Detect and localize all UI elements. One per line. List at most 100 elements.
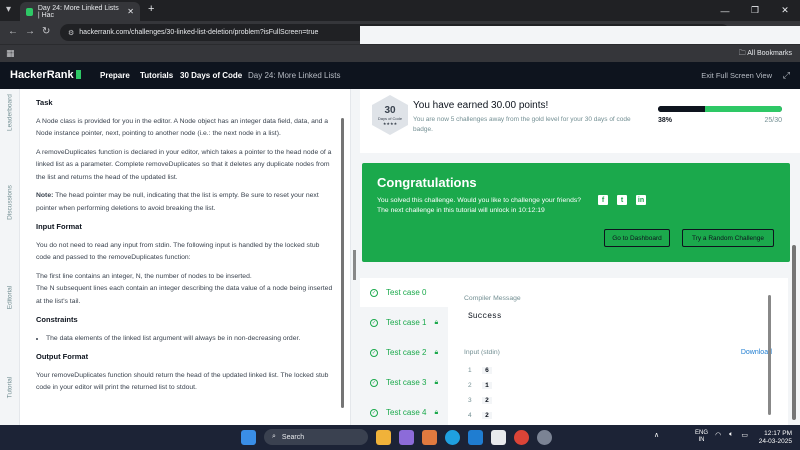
close-tab-icon[interactable]: ✕ — [127, 7, 134, 16]
check-icon: ✓ — [370, 378, 378, 387]
points-earned-title: You have earned 30.00 points! — [413, 100, 549, 111]
close-window-icon[interactable]: ✕ — [770, 0, 800, 21]
rail-editorial[interactable]: Editorial — [7, 274, 14, 322]
copilot-icon[interactable] — [422, 429, 437, 445]
tab-test-case-4[interactable]: ✓ Test case 4 🔒︎ — [360, 398, 448, 425]
site-info-icon[interactable]: ⚙ — [68, 29, 74, 37]
progress-fill — [658, 106, 706, 112]
rail-leaderboard[interactable]: Leaderboard — [7, 89, 14, 137]
rail-tutorial[interactable]: Tutorial — [7, 364, 14, 412]
check-icon: ✓ — [370, 348, 378, 357]
teams-icon[interactable] — [399, 429, 414, 445]
tab-search-icon[interactable]: ▾ — [6, 4, 11, 15]
pane-resize-handle[interactable] — [353, 250, 356, 280]
stdin-line: 32 — [468, 394, 498, 407]
system-tray: ∧ ◠ 🔈︎ ▭ — [654, 431, 748, 439]
left-rail: Leaderboard Discussions Editorial Tutori… — [0, 89, 20, 425]
facebook-icon[interactable]: f — [598, 195, 608, 205]
lock-icon: 🔒︎ — [434, 318, 439, 326]
input-paragraph-1: You do not need to read any input from s… — [36, 241, 320, 262]
results-scrollbar[interactable] — [792, 245, 796, 420]
nav-tutorials[interactable]: Tutorials — [140, 71, 173, 80]
exit-fullscreen-link[interactable]: Exit Full Screen View — [701, 71, 772, 80]
rail-discussions[interactable]: Discussions — [7, 179, 14, 227]
apps-grid-icon[interactable]: ▦ — [6, 48, 15, 59]
search-icon: ⌕ — [272, 433, 276, 440]
constraints-heading: Constraints — [36, 315, 78, 324]
task-paragraph-1: A Node class is provided for you in the … — [36, 117, 329, 138]
constraints-list: The data elements of the linked list arg… — [46, 333, 334, 346]
nav-prepare[interactable]: Prepare — [100, 71, 130, 80]
forward-icon[interactable]: → — [25, 26, 35, 37]
badge-progress-card: 30 Days of Code ★★★★ You have earned 30.… — [360, 89, 800, 153]
stdin-line: 42 — [468, 409, 498, 422]
output-scrollbar[interactable] — [768, 295, 771, 415]
constraint-item: The data elements of the linked list arg… — [46, 333, 334, 346]
restore-icon[interactable]: ❐ — [740, 0, 770, 21]
bookmarks-bar: ▦ 🗀 All Bookmarks — [0, 44, 800, 62]
lock-icon: 🔒︎ — [434, 378, 439, 386]
back-icon[interactable]: ← — [8, 26, 18, 37]
social-share: f t in — [598, 195, 646, 205]
new-tab-button[interactable]: + — [148, 3, 154, 15]
input-format-heading: Input Format — [36, 222, 82, 231]
chrome-profile-icon[interactable] — [537, 429, 552, 445]
random-challenge-button[interactable]: Try a Random Challenge — [682, 229, 774, 247]
compiler-message-value: Success — [468, 312, 502, 321]
twitter-icon[interactable]: t — [617, 195, 627, 205]
windows-start-icon[interactable] — [241, 429, 256, 445]
input-paragraph-2: The first line contains an integer, N, t… — [36, 272, 252, 280]
tab-test-case-2[interactable]: ✓ Test case 2 🔒︎ — [360, 338, 448, 367]
expand-icon[interactable]: ⤢ — [783, 70, 790, 81]
windows-taskbar: ⌕ Search ENG IN ∧ ◠ 🔈︎ ▭ 12:17 PM 24-03-202… — [0, 425, 800, 450]
clock[interactable]: 12:17 PM 24-03-2025 — [759, 430, 792, 446]
battery-icon[interactable]: ▭ — [741, 431, 748, 439]
input-paragraph-3: The N subsequent lines each contain an i… — [36, 285, 333, 305]
lock-icon: 🔒︎ — [434, 408, 439, 416]
store-icon[interactable] — [468, 429, 483, 445]
problem-scrollbar[interactable] — [341, 118, 344, 408]
compiler-message-label: Compiler Message — [464, 295, 521, 302]
go-to-dashboard-button[interactable]: Go to Dashboard — [604, 229, 670, 247]
check-icon: ✓ — [370, 318, 378, 327]
taskbar-search[interactable]: ⌕ Search — [264, 429, 368, 445]
minimize-icon[interactable]: — — [710, 0, 740, 21]
progress-score: 25/30 — [764, 117, 782, 124]
tab-title: Day 24: More Linked Lists | Hac — [37, 4, 119, 19]
progress-percent: 38% — [658, 117, 673, 124]
wifi-icon[interactable]: ◠ — [715, 431, 721, 439]
task-note: Note: The head pointer may be null, indi… — [36, 192, 319, 212]
nav-30-days[interactable]: 30 Days of Code — [180, 71, 242, 80]
app-icon[interactable] — [491, 429, 506, 445]
nav-current-challenge: Day 24: More Linked Lists — [248, 71, 341, 80]
next-challenge-timer: The next challenge in this tutorial will… — [377, 207, 545, 214]
tab-test-case-0[interactable]: ✓ Test case 0 — [360, 278, 448, 307]
points-earned-subtitle: You are now 5 challenges away from the g… — [413, 116, 631, 133]
chrome-icon[interactable] — [514, 429, 529, 445]
hackerrank-favicon-icon — [26, 7, 33, 16]
logo-block-icon — [75, 70, 81, 79]
url-text: hackerrank.com/challenges/30-linked-list… — [79, 29, 319, 36]
browser-tab[interactable]: Day 24: More Linked Lists | Hac ✕ — [20, 2, 140, 21]
stdin-label: Input (stdin) — [464, 349, 500, 356]
address-bar-row: ← → ↻ ⚙ hackerrank.com/challenges/30-lin… — [0, 21, 800, 362]
linkedin-icon[interactable]: in — [636, 195, 646, 205]
volume-icon[interactable]: 🔈︎ — [729, 431, 733, 439]
badge-hexagon-icon: 30 Days of Code ★★★★ — [372, 95, 408, 135]
tab-test-case-3[interactable]: ✓ Test case 3 🔒︎ — [360, 368, 448, 397]
output-paragraph: Your removeDuplicates function should re… — [36, 371, 329, 392]
lock-icon: 🔒︎ — [434, 348, 439, 356]
hackerrank-logo[interactable]: HackerRank — [10, 69, 81, 81]
edge-icon[interactable] — [445, 429, 460, 445]
all-bookmarks[interactable]: 🗀 All Bookmarks — [739, 49, 792, 60]
tab-test-case-1[interactable]: ✓ Test case 1 🔒︎ — [360, 308, 448, 337]
output-format-heading: Output Format — [36, 352, 89, 361]
chevron-up-icon[interactable]: ∧ — [654, 431, 659, 439]
test-output-panel: Compiler Message Success Input (stdin) D… — [448, 278, 788, 425]
site-header: HackerRank Prepare Tutorials 30 Days of … — [0, 62, 800, 89]
congrats-title: Congratulations — [377, 175, 477, 190]
check-icon: ✓ — [370, 408, 378, 417]
file-explorer-icon[interactable] — [376, 429, 391, 445]
reload-icon[interactable]: ↻ — [42, 26, 50, 37]
window-controls: — ❐ ✕ — [710, 0, 800, 21]
